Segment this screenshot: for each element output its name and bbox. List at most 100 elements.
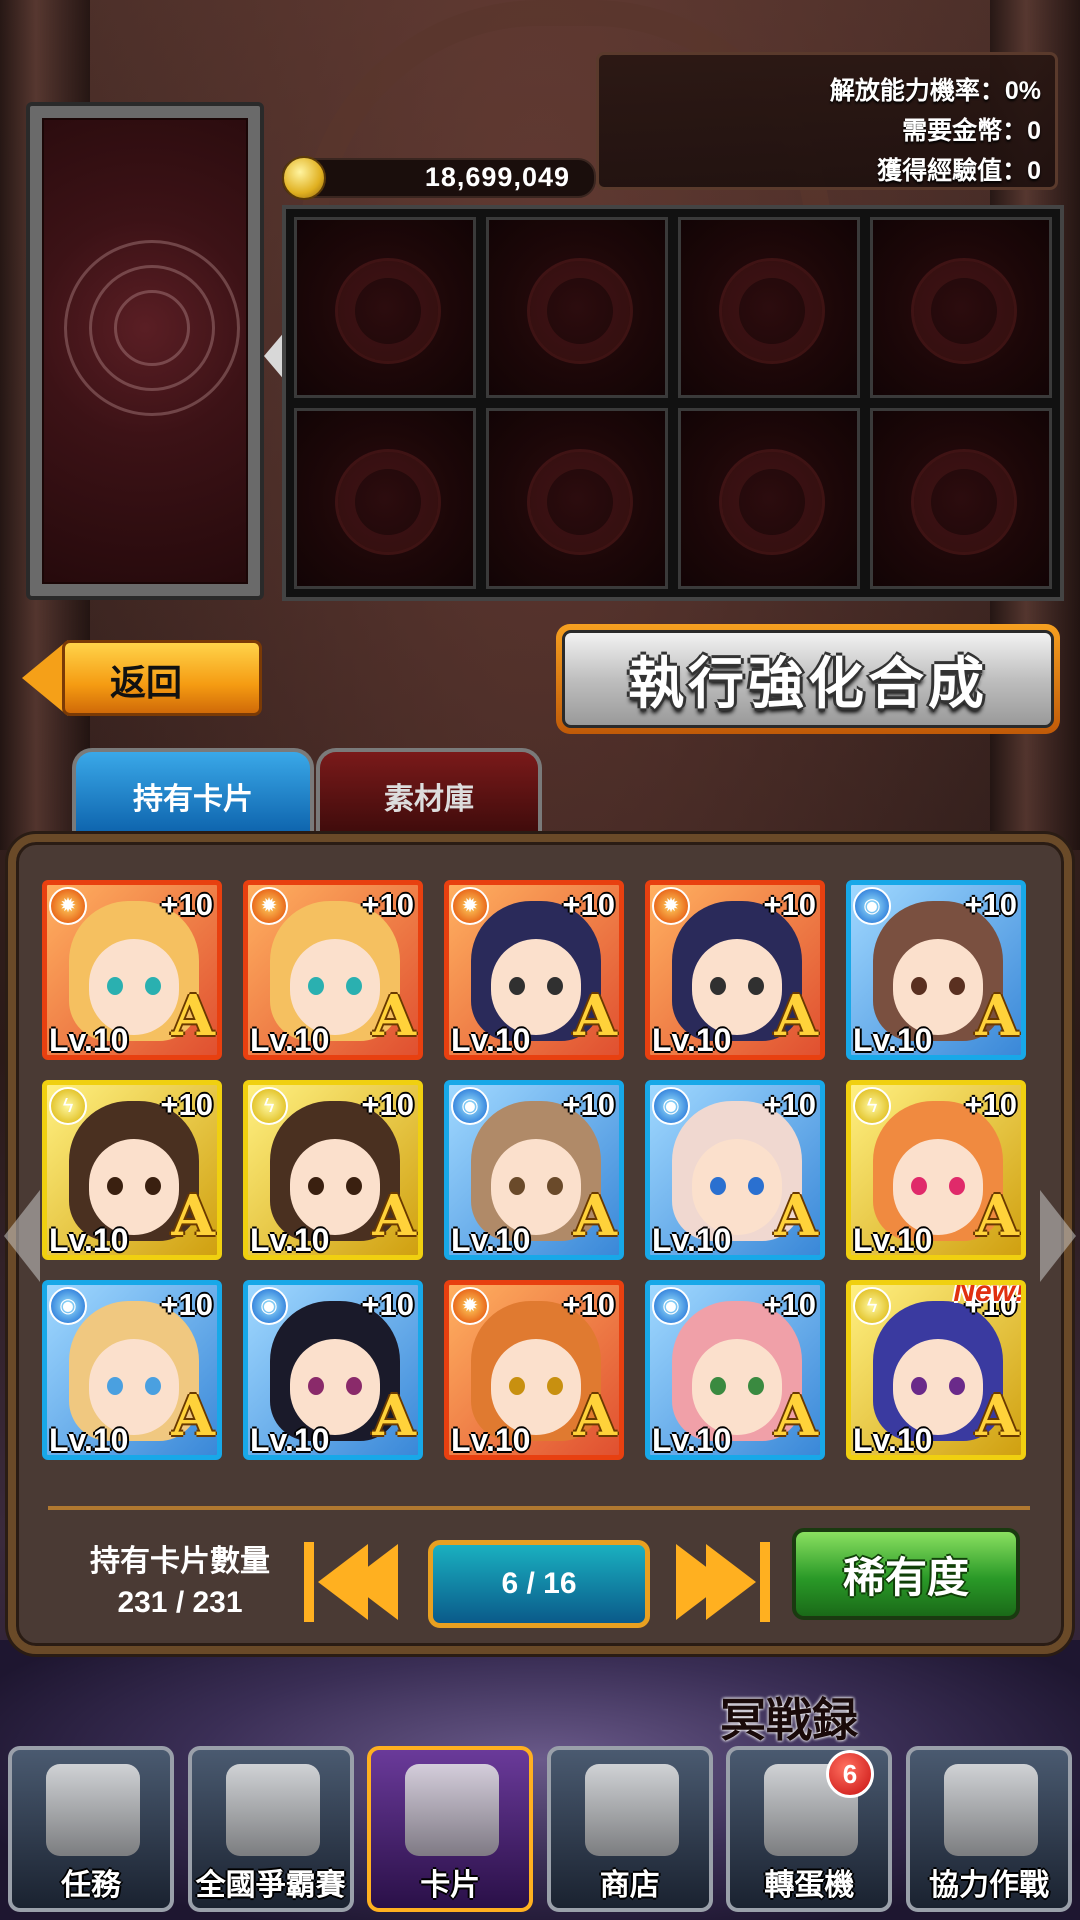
character-face — [491, 1339, 581, 1435]
card-item[interactable]: ✹ +10 A Lv.10 — [243, 880, 423, 1060]
material-slot[interactable] — [678, 217, 860, 398]
card-plus-value: +10 — [361, 1287, 414, 1322]
water-element-icon: ◉ — [652, 1087, 690, 1125]
character-face — [290, 1139, 380, 1235]
card-rank: A — [573, 1183, 617, 1249]
card-item[interactable]: ◉ +10 A Lv.10 — [243, 1280, 423, 1460]
cards-icon — [405, 1764, 500, 1856]
document-icon — [46, 1764, 140, 1856]
card-grid: ✹ +10 A Lv.10 ✹ +10 A Lv.10 ✹ +10 A Lv.10 ✹ +10 A Lv.10… — [42, 880, 1032, 1460]
card-rank: A — [774, 1183, 818, 1249]
material-slots — [282, 205, 1064, 601]
card-rank: A — [975, 1383, 1019, 1449]
card-rank: A — [573, 983, 617, 1049]
game-logo: 冥戦録 — [720, 1693, 858, 1747]
card-rank: A — [372, 983, 416, 1049]
thunder-element-icon: ϟ — [853, 1287, 891, 1325]
thunder-element-icon: ϟ — [250, 1087, 288, 1125]
gacha-badge: 6 — [826, 1750, 874, 1798]
card-plus-value: +10 — [562, 887, 615, 922]
fire-element-icon: ✹ — [652, 887, 690, 925]
card-item[interactable]: ✹ +10 A Lv.10 — [444, 1280, 624, 1460]
character-face — [89, 939, 179, 1035]
card-item[interactable]: ◉ +10 A Lv.10 — [444, 1080, 624, 1260]
card-level: Lv.10 — [652, 1022, 732, 1058]
card-rank: A — [975, 983, 1019, 1049]
nav-label: 全國爭霸賽 — [195, 1869, 346, 1902]
card-rank: A — [573, 1383, 617, 1449]
card-plus-value: +10 — [964, 1087, 1017, 1122]
card-item[interactable]: ◉ +10 A Lv.10 — [846, 880, 1026, 1060]
trophy-icon — [225, 1764, 320, 1856]
material-slot[interactable] — [294, 217, 476, 398]
nav-label: 卡片 — [420, 1869, 481, 1902]
card-item[interactable]: ✹ +10 A Lv.10 — [42, 880, 222, 1060]
base-card-slot[interactable] — [26, 102, 264, 600]
card-rank: A — [372, 1183, 416, 1249]
material-slot[interactable] — [870, 217, 1052, 398]
card-level: Lv.10 — [250, 1022, 330, 1058]
material-slot[interactable] — [870, 408, 1052, 589]
back-button[interactable]: 返回 — [22, 636, 266, 720]
nav-item[interactable]: 任務 — [8, 1746, 174, 1912]
water-element-icon: ◉ — [49, 1287, 87, 1325]
card-level: Lv.10 — [652, 1222, 732, 1258]
character-face — [491, 1139, 581, 1235]
scroll-left-icon[interactable] — [4, 1190, 40, 1282]
character-face — [290, 1339, 380, 1435]
gained-exp: 獲得經驗值：0 — [877, 157, 1041, 185]
material-slot[interactable] — [294, 408, 476, 589]
card-item[interactable]: ϟ +10 A Lv.10 — [42, 1080, 222, 1260]
card-item[interactable]: ✹ +10 A Lv.10 — [444, 880, 624, 1060]
nav-item[interactable]: 協力作戰 — [905, 1746, 1072, 1912]
card-plus-value: +10 — [763, 887, 816, 922]
card-plus-value: +10 — [562, 1087, 615, 1122]
last-page-button[interactable] — [676, 1534, 774, 1632]
character-face — [692, 1339, 782, 1435]
character-face — [893, 1139, 983, 1235]
card-level: Lv.10 — [250, 1222, 330, 1258]
card-plus-value: +10 — [361, 1087, 414, 1122]
card-plus-value: +10 — [160, 1087, 213, 1122]
card-rank: A — [774, 1383, 818, 1449]
material-slot[interactable] — [678, 408, 860, 589]
tab-label: 持有卡片 — [133, 783, 253, 816]
character-face — [290, 939, 380, 1035]
thunder-element-icon: ϟ — [853, 1087, 891, 1125]
first-page-button[interactable] — [300, 1534, 398, 1632]
tab-owned-cards[interactable]: 持有卡片 — [72, 748, 314, 840]
rarity-sort-button[interactable]: 稀有度 — [792, 1528, 1020, 1620]
nav-label: 商店 — [599, 1869, 660, 1902]
card-level: Lv.10 — [853, 1022, 933, 1058]
card-level: Lv.10 — [451, 1222, 531, 1258]
nav-item[interactable]: 商店 — [546, 1746, 713, 1912]
card-item[interactable]: ◉ +10 A Lv.10 — [645, 1080, 825, 1260]
card-item[interactable]: ϟ +10 A Lv.10 — [243, 1080, 423, 1260]
card-plus-value: +10 — [562, 1287, 615, 1322]
card-item[interactable]: ✹ +10 A Lv.10 — [645, 880, 825, 1060]
material-slot[interactable] — [486, 217, 668, 398]
card-item[interactable]: ◉ +10 A Lv.10 — [42, 1280, 222, 1460]
material-slot[interactable] — [486, 408, 668, 589]
tab-label: 素材庫 — [384, 783, 474, 816]
tab-material-storage[interactable]: 素材庫 — [316, 748, 542, 840]
character-face — [893, 939, 983, 1035]
water-element-icon: ◉ — [250, 1287, 288, 1325]
divider — [48, 1506, 1030, 1510]
card-level: Lv.10 — [49, 1022, 129, 1058]
card-rank: A — [975, 1183, 1019, 1249]
card-level: Lv.10 — [250, 1422, 330, 1458]
card-item[interactable]: ◉ +10 A Lv.10 — [645, 1280, 825, 1460]
character-face — [692, 939, 782, 1035]
execute-synthesis-button[interactable]: 執行強化合成 — [556, 624, 1060, 734]
scroll-right-icon[interactable] — [1040, 1190, 1076, 1282]
card-item[interactable]: ϟ +10 A Lv.10 New! — [846, 1280, 1026, 1460]
card-rank: A — [372, 1383, 416, 1449]
card-plus-value: +10 — [964, 887, 1017, 922]
required-gold: 需要金幣：0 — [902, 117, 1041, 145]
card-rank: A — [171, 1183, 215, 1249]
card-item[interactable]: ϟ +10 A Lv.10 — [846, 1080, 1026, 1260]
nav-item[interactable]: 卡片 — [367, 1746, 534, 1912]
nav-item[interactable]: 全國爭霸賽 — [187, 1746, 354, 1912]
gold-amount: 18,699,049 — [424, 162, 570, 192]
